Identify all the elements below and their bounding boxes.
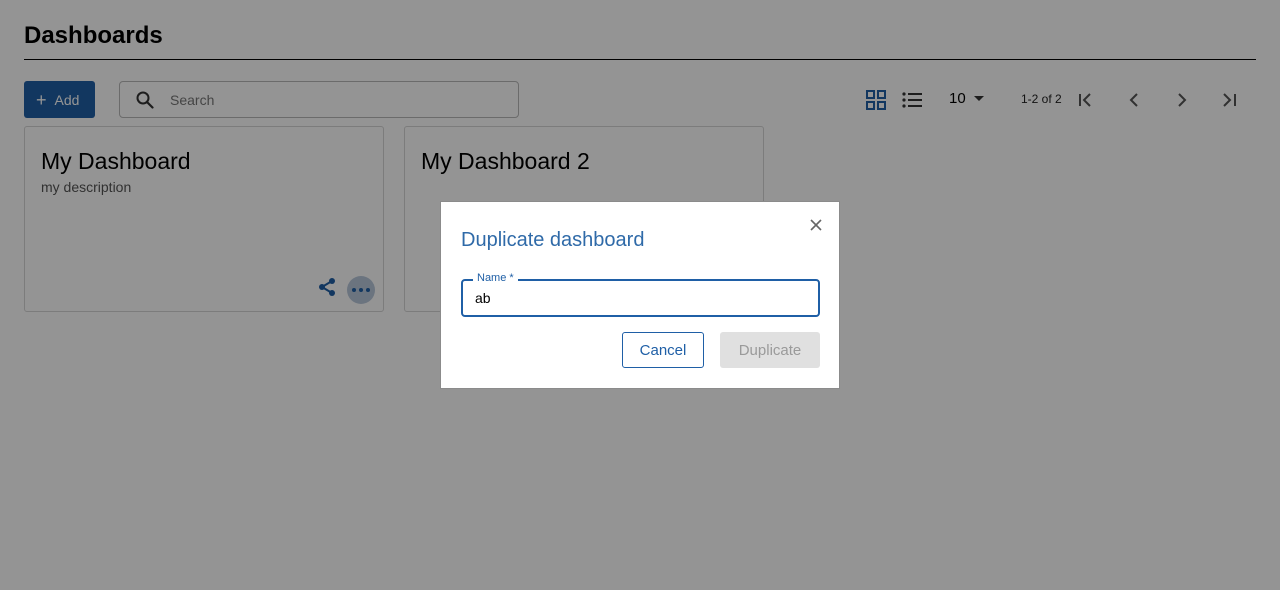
duplicate-dashboard-dialog: Duplicate dashboard Name * Cancel Duplic… — [440, 201, 840, 389]
name-input[interactable] — [475, 290, 795, 306]
close-button[interactable] — [807, 216, 825, 234]
name-field[interactable]: Name * — [461, 272, 820, 317]
close-icon — [810, 219, 822, 231]
duplicate-button[interactable]: Duplicate — [720, 332, 820, 368]
name-field-label: Name * — [473, 272, 518, 284]
cancel-button[interactable]: Cancel — [622, 332, 704, 368]
dialog-title: Duplicate dashboard — [461, 229, 645, 251]
